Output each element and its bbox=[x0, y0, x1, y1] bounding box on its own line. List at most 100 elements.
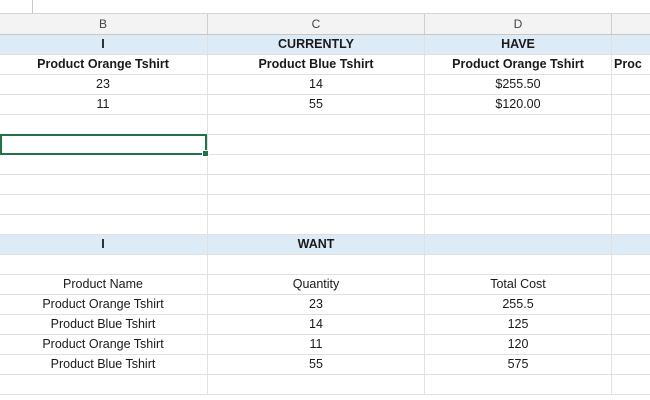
cell-e[interactable] bbox=[612, 315, 650, 334]
table-row: Product Orange Tshirt 23 255.5 bbox=[0, 295, 650, 315]
table-row: I CURRENTLY HAVE bbox=[0, 35, 650, 55]
cell-c[interactable]: CURRENTLY bbox=[208, 35, 425, 54]
cell-d[interactable]: 255.5 bbox=[425, 295, 612, 314]
cell-b[interactable] bbox=[0, 155, 208, 174]
cell-c[interactable]: 11 bbox=[208, 335, 425, 354]
cell-c[interactable] bbox=[208, 155, 425, 174]
cell-c[interactable] bbox=[208, 195, 425, 214]
cell-e[interactable] bbox=[612, 295, 650, 314]
cell-b[interactable]: Product Orange Tshirt bbox=[0, 335, 208, 354]
cell-b[interactable]: I bbox=[0, 35, 208, 54]
cell-d[interactable] bbox=[425, 235, 612, 254]
cell-e[interactable] bbox=[612, 375, 650, 394]
cell-b[interactable] bbox=[0, 175, 208, 194]
cell-d[interactable]: 120 bbox=[425, 335, 612, 354]
cell-e[interactable] bbox=[612, 75, 650, 94]
cell-c[interactable] bbox=[208, 175, 425, 194]
cell-b[interactable]: Product Blue Tshirt bbox=[0, 315, 208, 334]
cell-c[interactable]: 14 bbox=[208, 315, 425, 334]
cell-b[interactable]: I bbox=[0, 235, 208, 254]
cell-d[interactable] bbox=[425, 255, 612, 274]
cell-e[interactable] bbox=[612, 195, 650, 214]
column-header-c[interactable]: C bbox=[208, 14, 425, 34]
column-header-b-label: B bbox=[98, 17, 107, 31]
cell-e[interactable] bbox=[612, 95, 650, 114]
cell-c[interactable]: 55 bbox=[208, 95, 425, 114]
cell-e[interactable] bbox=[612, 235, 650, 254]
table-row: Product Name Quantity Total Cost bbox=[0, 275, 650, 295]
cell-c[interactable]: WANT bbox=[208, 235, 425, 254]
cell-e[interactable] bbox=[612, 135, 650, 154]
cell-b[interactable] bbox=[0, 115, 208, 134]
cell-e[interactable] bbox=[612, 215, 650, 234]
table-row: 11 55 $120.00 bbox=[0, 95, 650, 115]
cell-c[interactable]: Product Blue Tshirt bbox=[208, 55, 425, 74]
cell-c[interactable] bbox=[208, 375, 425, 394]
cell-b[interactable]: 23 bbox=[0, 75, 208, 94]
table-row: Product Orange Tshirt 11 120 bbox=[0, 335, 650, 355]
column-header-d[interactable]: D bbox=[425, 14, 612, 34]
cell-c[interactable]: 14 bbox=[208, 75, 425, 94]
table-row bbox=[0, 175, 650, 195]
cell-e[interactable] bbox=[612, 35, 650, 54]
cell-c[interactable]: 23 bbox=[208, 295, 425, 314]
cell-e[interactable] bbox=[612, 335, 650, 354]
cell-d[interactable]: HAVE bbox=[425, 35, 612, 54]
cell-d[interactable] bbox=[425, 155, 612, 174]
cell-d[interactable] bbox=[425, 195, 612, 214]
cell-d[interactable] bbox=[425, 375, 612, 394]
cell-e[interactable] bbox=[612, 155, 650, 174]
cell-d[interactable]: 125 bbox=[425, 315, 612, 334]
cell-e[interactable] bbox=[612, 115, 650, 134]
cell-b[interactable] bbox=[0, 375, 208, 394]
cell-d[interactable] bbox=[425, 175, 612, 194]
table-row: 23 14 $255.50 bbox=[0, 75, 650, 95]
table-row bbox=[0, 255, 650, 275]
table-row bbox=[0, 155, 650, 175]
cell-b[interactable] bbox=[0, 195, 208, 214]
table-row: I WANT bbox=[0, 235, 650, 255]
cell-c[interactable] bbox=[208, 135, 425, 154]
cell-e[interactable] bbox=[612, 255, 650, 274]
column-header-e[interactable] bbox=[612, 14, 650, 34]
column-header-c-label: C bbox=[311, 17, 321, 31]
table-row: Product Blue Tshirt 55 575 bbox=[0, 355, 650, 375]
cell-e[interactable]: Proc bbox=[612, 55, 650, 74]
formula-bar-divider bbox=[32, 0, 33, 13]
cell-c[interactable] bbox=[208, 115, 425, 134]
cell-b[interactable] bbox=[0, 255, 208, 274]
table-row bbox=[0, 195, 650, 215]
table-row bbox=[0, 115, 650, 135]
cell-d[interactable] bbox=[425, 215, 612, 234]
cell-c[interactable] bbox=[208, 255, 425, 274]
cell-e[interactable] bbox=[612, 355, 650, 374]
table-row bbox=[0, 375, 650, 395]
cell-d[interactable]: Product Orange Tshirt bbox=[425, 55, 612, 74]
cell-e[interactable] bbox=[612, 275, 650, 294]
column-header-d-label: D bbox=[513, 17, 523, 31]
spreadsheet-grid: I CURRENTLY HAVE Product Orange Tshirt Produ… bbox=[0, 35, 650, 400]
cell-d[interactable]: 575 bbox=[425, 355, 612, 374]
cell-d[interactable]: $255.50 bbox=[425, 75, 612, 94]
cell-d[interactable] bbox=[425, 135, 612, 154]
cell-b[interactable] bbox=[0, 135, 208, 154]
cell-b[interactable]: 11 bbox=[0, 95, 208, 114]
table-row bbox=[0, 135, 650, 155]
cell-e[interactable] bbox=[612, 175, 650, 194]
cell-b[interactable] bbox=[0, 215, 208, 234]
cell-b[interactable]: Product Orange Tshirt bbox=[0, 295, 208, 314]
cell-c[interactable]: Quantity bbox=[208, 275, 425, 294]
column-headers: B C D bbox=[0, 14, 650, 35]
cell-c[interactable] bbox=[208, 215, 425, 234]
cell-d[interactable] bbox=[425, 115, 612, 134]
formula-bar-strip bbox=[0, 0, 650, 14]
cell-b[interactable]: Product Orange Tshirt bbox=[0, 55, 208, 74]
column-header-b[interactable]: B bbox=[0, 14, 208, 34]
table-row: Product Blue Tshirt 14 125 bbox=[0, 315, 650, 335]
cell-d[interactable]: Total Cost bbox=[425, 275, 612, 294]
cell-c[interactable]: 55 bbox=[208, 355, 425, 374]
cell-d[interactable]: $120.00 bbox=[425, 95, 612, 114]
cell-b[interactable]: Product Name bbox=[0, 275, 208, 294]
table-row bbox=[0, 215, 650, 235]
cell-b[interactable]: Product Blue Tshirt bbox=[0, 355, 208, 374]
